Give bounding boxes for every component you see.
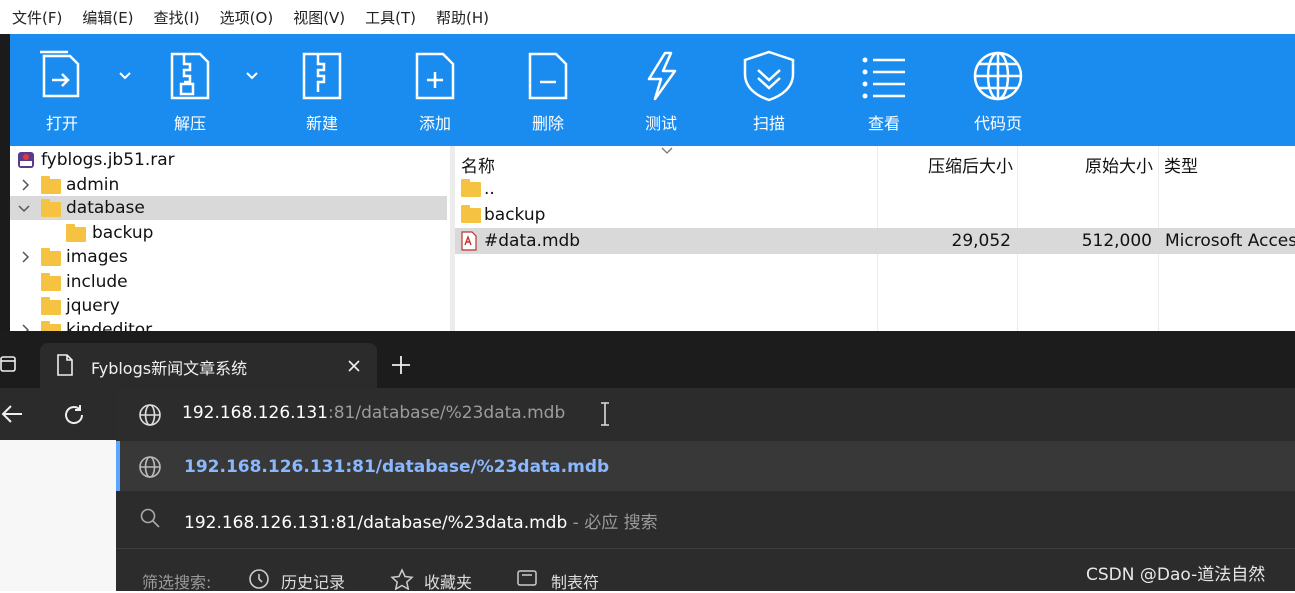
tree-item-database[interactable]: database	[10, 196, 447, 220]
filter-label: 筛选搜索:	[142, 573, 212, 592]
tree-item-kindeditor[interactable]: kindeditor	[10, 318, 447, 331]
chevron-right-icon[interactable]	[19, 179, 31, 191]
star-icon	[390, 568, 414, 590]
divider	[116, 548, 1295, 549]
scan-button[interactable]: 扫描	[729, 34, 809, 146]
column-header-size[interactable]: 原始大小	[1085, 152, 1153, 177]
filter-favorites[interactable]: 收藏夹	[424, 569, 472, 593]
tab-actions-icon[interactable]	[0, 355, 18, 373]
folder-icon	[41, 176, 61, 194]
tree-item-include[interactable]: include	[10, 270, 447, 294]
extract-button[interactable]: 解压	[150, 34, 230, 146]
folder-icon	[41, 297, 61, 315]
folder-icon	[461, 179, 481, 197]
left-edge	[0, 34, 10, 334]
new-tab-icon[interactable]	[391, 355, 411, 375]
extract-icon	[170, 52, 210, 100]
folder-icon	[41, 248, 61, 266]
add-button[interactable]: 添加	[395, 34, 475, 146]
tree-item-images[interactable]: images	[10, 245, 447, 269]
tree-item-jquery[interactable]: jquery	[10, 294, 447, 318]
open-icon	[40, 50, 80, 98]
menu-tools[interactable]: 工具(T)	[365, 7, 416, 28]
search-icon	[140, 508, 160, 528]
chevron-right-icon[interactable]	[19, 251, 31, 263]
tabs-icon	[517, 570, 537, 586]
history-icon	[249, 569, 269, 589]
toolbar: 打开 解压 新建 添加 删除 测试 扫描 查看 代码页	[10, 34, 1295, 146]
tree-item-backup[interactable]: backup	[10, 221, 447, 245]
delete-button[interactable]: 删除	[508, 34, 588, 146]
menu-file[interactable]: 文件(F)	[12, 7, 62, 28]
chevron-right-icon[interactable]	[19, 324, 31, 331]
tab-title: Fyblogs新闻文章系统	[91, 359, 248, 378]
refresh-icon[interactable]	[62, 403, 86, 427]
test-button[interactable]: 测试	[621, 34, 701, 146]
watermark: CSDN @Dao-道法自然	[1086, 565, 1266, 585]
suggestion-search[interactable]: 192.168.126.131:81/database/%23data.mdb …	[184, 508, 658, 533]
menu-options[interactable]: 选项(O)	[220, 7, 274, 28]
menu-find[interactable]: 查找(I)	[154, 7, 200, 28]
new-button[interactable]: 新建	[282, 34, 362, 146]
menu-bar: 文件(F) 编辑(E) 查找(I) 选项(O) 视图(V) 工具(T) 帮助(H…	[0, 0, 1295, 34]
globe-icon	[973, 51, 1023, 101]
access-file-icon	[461, 231, 477, 251]
page-content-area	[0, 440, 116, 591]
text-cursor-icon	[601, 402, 609, 426]
menu-help[interactable]: 帮助(H)	[436, 7, 489, 28]
close-tab-icon[interactable]	[347, 359, 361, 373]
extract-dropdown-icon[interactable]	[244, 70, 260, 82]
globe-icon	[139, 456, 161, 478]
file-list: 名称 压缩后大小 原始大小 类型 .. backup #data.mdb 29,…	[455, 146, 1295, 331]
folder-icon	[66, 224, 86, 242]
delete-file-icon	[528, 52, 568, 100]
shield-icon	[743, 50, 795, 102]
chevron-down-icon[interactable]	[18, 202, 30, 214]
folder-icon	[461, 205, 481, 223]
suggestion-url-text: 192.168.126.131:81/database/%23data.mdb	[184, 457, 610, 477]
list-item-data-mdb[interactable]: #data.mdb 29,052 512,000 Microsoft Acces…	[455, 228, 1295, 254]
folder-icon	[41, 199, 61, 217]
list-item-parent[interactable]: ..	[455, 176, 1295, 202]
column-header-type[interactable]: 类型	[1164, 152, 1198, 177]
sort-chevron-icon	[661, 147, 673, 154]
list-view-icon	[862, 57, 905, 99]
rar-archive-icon	[18, 152, 34, 168]
tree-archive-root[interactable]: fyblogs.jb51.rar	[10, 148, 447, 172]
open-dropdown-icon[interactable]	[117, 70, 133, 82]
menu-edit[interactable]: 编辑(E)	[82, 7, 133, 28]
add-file-icon	[415, 52, 455, 100]
open-button[interactable]: 打开	[22, 34, 102, 146]
browser-tab[interactable]: Fyblogs新闻文章系统	[40, 343, 377, 388]
back-arrow-icon[interactable]	[0, 404, 24, 424]
folder-tree: fyblogs.jb51.rar admin database backup i…	[10, 146, 450, 331]
view-button[interactable]: 查看	[844, 34, 924, 146]
folder-icon	[41, 321, 61, 331]
page-icon	[57, 354, 73, 376]
browser-window: Fyblogs新闻文章系统 192.168.126.131:81/databas…	[0, 331, 1295, 593]
list-item-backup[interactable]: backup	[455, 202, 1295, 228]
tab-strip: Fyblogs新闻文章系统	[0, 331, 1295, 388]
codepage-button[interactable]: 代码页	[958, 34, 1038, 146]
tree-item-admin[interactable]: admin	[10, 173, 447, 197]
column-header-packed[interactable]: 压缩后大小	[928, 152, 1013, 177]
archive-new-icon	[302, 52, 342, 100]
menu-view[interactable]: 视图(V)	[293, 7, 345, 28]
column-header-name[interactable]: 名称	[461, 152, 495, 177]
filter-history[interactable]: 历史记录	[281, 569, 345, 593]
address-input[interactable]: 192.168.126.131:81/database/%23data.mdb	[182, 403, 565, 423]
filter-tabs[interactable]: 制表符	[551, 569, 599, 593]
folder-icon	[41, 273, 61, 291]
globe-icon	[139, 404, 161, 426]
lightning-icon	[647, 51, 677, 101]
